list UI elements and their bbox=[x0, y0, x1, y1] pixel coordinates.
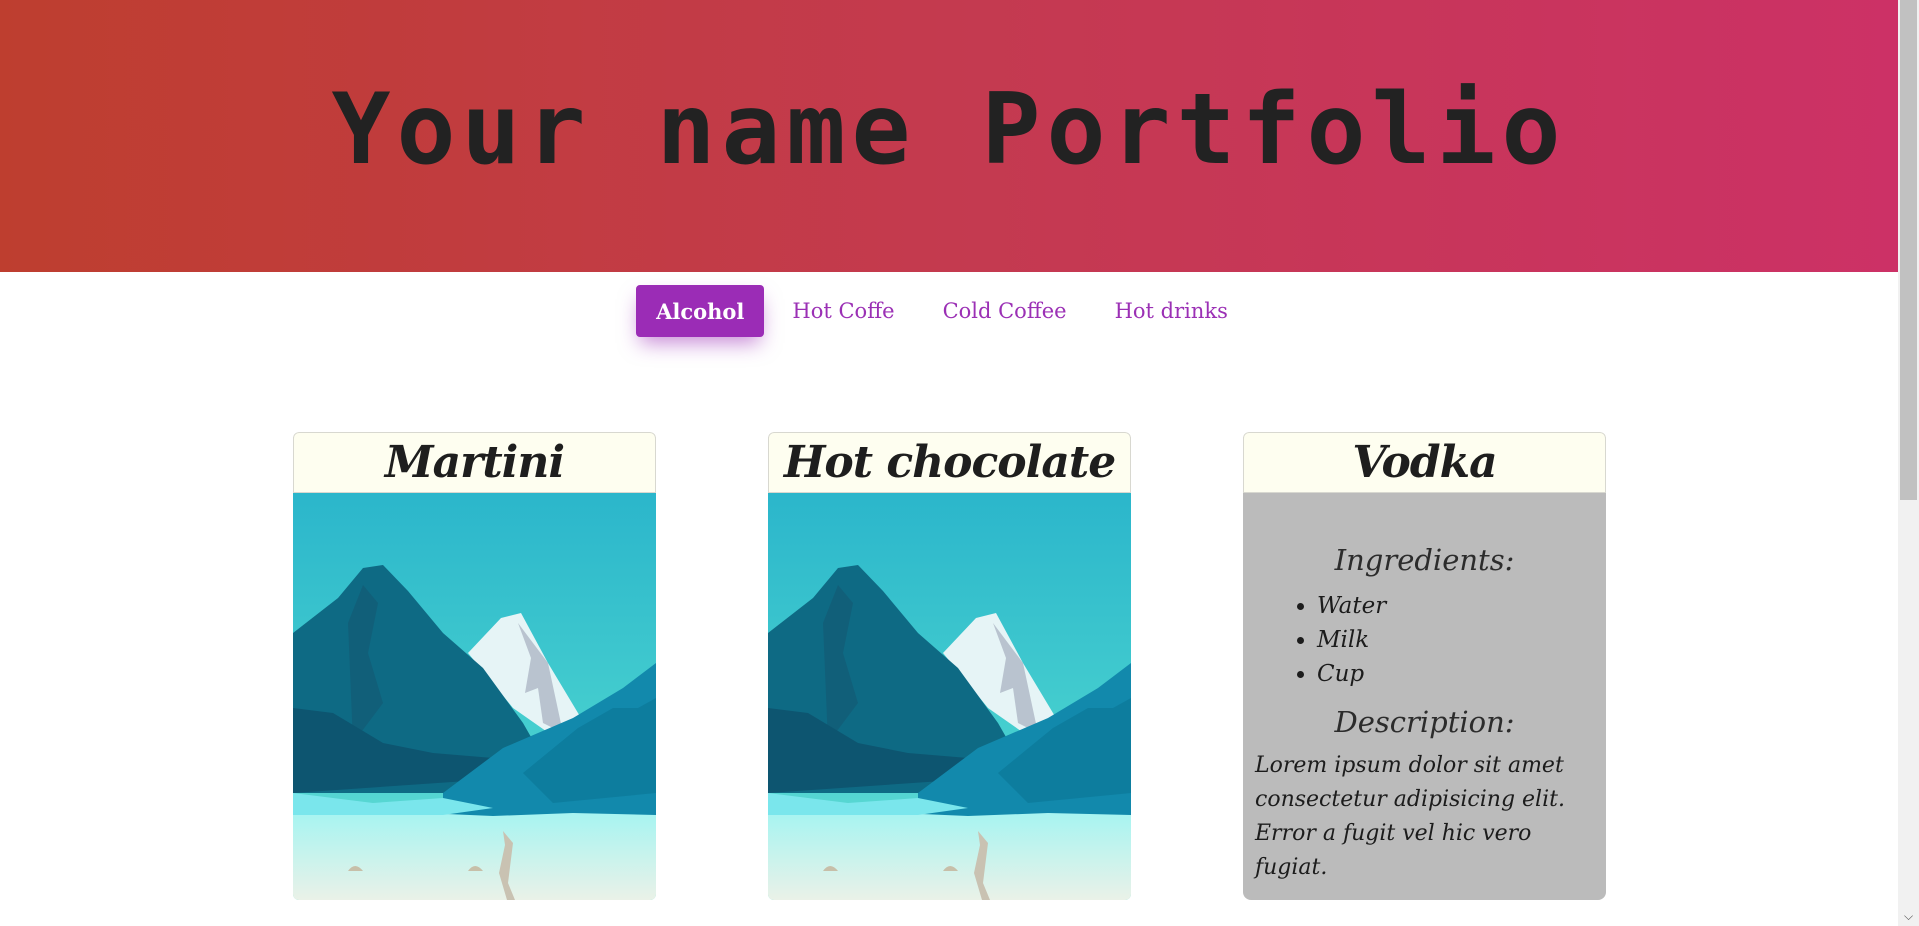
category-tabs: Alcohol Hot Coffe Cold Coffee Hot drinks bbox=[0, 285, 1891, 337]
tab-hot-coffe[interactable]: Hot Coffe bbox=[772, 285, 914, 337]
mountain-landscape-image bbox=[768, 493, 1131, 900]
ingredient-item: Cup bbox=[1317, 657, 1594, 691]
page: Your name Portfolio Alcohol Hot Coffe Co… bbox=[0, 0, 1919, 926]
drink-card-hot-chocolate[interactable]: Hot chocolate bbox=[768, 432, 1131, 900]
description-text: Lorem ipsum dolor sit amet consectetur a… bbox=[1255, 753, 1565, 880]
ingredient-item: Milk bbox=[1317, 623, 1594, 657]
mountain-landscape-image bbox=[293, 493, 656, 900]
portfolio-header: Your name Portfolio bbox=[0, 0, 1898, 272]
drink-card-vodka[interactable]: Vodka Ingredients: Water Milk Cup Descri… bbox=[1243, 432, 1606, 900]
chevron-down-icon[interactable]: ⌵ bbox=[1898, 908, 1919, 924]
ingredient-item: Water bbox=[1317, 589, 1594, 623]
tab-cold-coffee[interactable]: Cold Coffee bbox=[923, 285, 1087, 337]
card-details: Ingredients: Water Milk Cup Description:… bbox=[1243, 493, 1606, 900]
scrollbar-thumb[interactable] bbox=[1900, 0, 1917, 500]
card-title: Martini bbox=[293, 432, 656, 493]
page-title: Your name Portfolio bbox=[331, 73, 1567, 187]
ingredients-heading: Ingredients: bbox=[1334, 543, 1515, 577]
card-title: Vodka bbox=[1243, 432, 1606, 493]
tab-alcohol[interactable]: Alcohol bbox=[636, 285, 765, 337]
drink-card-martini[interactable]: Martini bbox=[293, 432, 656, 900]
card-title: Hot chocolate bbox=[768, 432, 1131, 493]
ingredients-list: Water Milk Cup bbox=[1255, 589, 1594, 691]
tab-hot-drinks[interactable]: Hot drinks bbox=[1095, 285, 1248, 337]
description-heading: Description: bbox=[1334, 705, 1515, 739]
vertical-scrollbar[interactable]: ⌵ bbox=[1898, 0, 1919, 926]
